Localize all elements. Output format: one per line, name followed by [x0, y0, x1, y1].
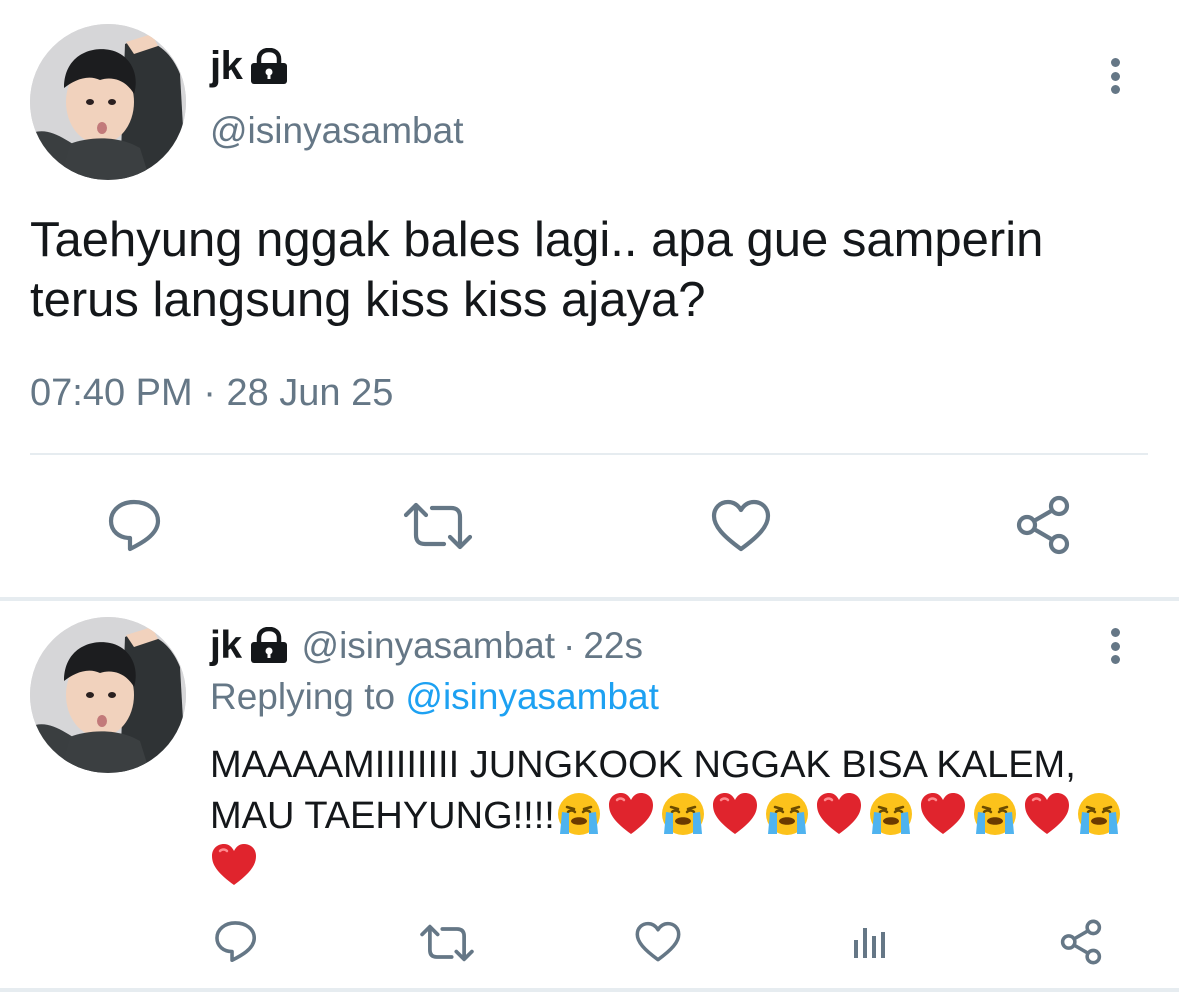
reply-like-button[interactable]: [632, 916, 684, 968]
reply-separator: ·: [563, 625, 576, 666]
crying-face-emoji: [661, 793, 704, 835]
avatar-photo: [30, 24, 186, 180]
red-heart-emoji: [608, 793, 653, 834]
author-handle[interactable]: @isinyasambat: [210, 110, 464, 152]
red-heart-emoji: [712, 793, 757, 834]
replying-to-label: Replying to: [210, 676, 396, 717]
retweet-icon: [420, 924, 474, 962]
tweet-time: 07:40 PM: [30, 372, 193, 414]
bottom-divider: [0, 988, 1179, 992]
share-icon: [1060, 919, 1102, 965]
analytics-icon: [854, 928, 885, 958]
more-options-icon[interactable]: [1110, 58, 1120, 94]
retweet-icon: [403, 502, 473, 550]
tweet-text: Taehyung nggak bales lagi.. apa gue samp…: [30, 213, 1044, 327]
tweet-date: 28 Jun 25: [226, 372, 394, 414]
tweet-detail-page: jk @isinyasambat Taehyung nggak bales la…: [0, 0, 1179, 993]
heart-icon: [711, 499, 771, 552]
reply-icon: [108, 499, 161, 552]
avatar[interactable]: [30, 24, 186, 180]
reply-header: jk @isinyasambat · 22s: [210, 624, 643, 668]
red-heart-emoji: [816, 793, 861, 834]
red-heart-emoji: [920, 793, 965, 834]
timestamp-separator: ·: [203, 372, 216, 414]
reply-more-options-icon[interactable]: [1110, 628, 1120, 664]
crying-face-emoji: [973, 793, 1016, 835]
analytics-button[interactable]: [845, 915, 895, 965]
reply-display-name[interactable]: jk: [210, 624, 242, 668]
replying-to-mention[interactable]: @isinyasambat: [405, 676, 659, 717]
section-divider: [0, 597, 1179, 601]
reply-avatar[interactable]: [30, 617, 186, 773]
heart-icon: [635, 921, 681, 962]
crying-face-emoji: [1077, 793, 1120, 835]
crying-face-emoji: [869, 793, 912, 835]
reply-share-button[interactable]: [1055, 916, 1107, 968]
reply-icon: [215, 921, 257, 963]
share-button[interactable]: [1010, 492, 1076, 558]
main-tweet: jk @isinyasambat Taehyung nggak bales la…: [0, 0, 1179, 600]
reply-reply-button[interactable]: [210, 916, 262, 968]
reply-button[interactable]: [100, 495, 170, 557]
author-name-row: jk: [210, 44, 290, 89]
reply-retweet-button[interactable]: [418, 918, 476, 968]
avatar-photo: [30, 617, 186, 773]
share-icon: [1016, 495, 1070, 555]
reply-text-block: MAAAAMIIIIIIII JUNGKOOK NGGAK BISA KALEM…: [210, 740, 1150, 892]
crying-face-emoji: [765, 793, 808, 835]
like-button[interactable]: [708, 495, 774, 557]
author-display-name[interactable]: jk: [210, 44, 243, 89]
divider: [30, 453, 1148, 455]
lock-icon: [248, 627, 290, 665]
reply-handle[interactable]: @isinyasambat: [302, 625, 556, 667]
replying-to: Replying to @isinyasambat: [210, 676, 659, 718]
reply-time: 22s: [583, 625, 644, 666]
retweet-button[interactable]: [400, 495, 476, 557]
red-heart-emoji: [212, 844, 256, 885]
tweet-timestamp: 07:40 PM · 28 Jun 25: [30, 372, 393, 415]
crying-face-emoji: [557, 793, 600, 835]
lock-icon: [248, 47, 290, 86]
red-heart-emoji: [1024, 793, 1069, 834]
